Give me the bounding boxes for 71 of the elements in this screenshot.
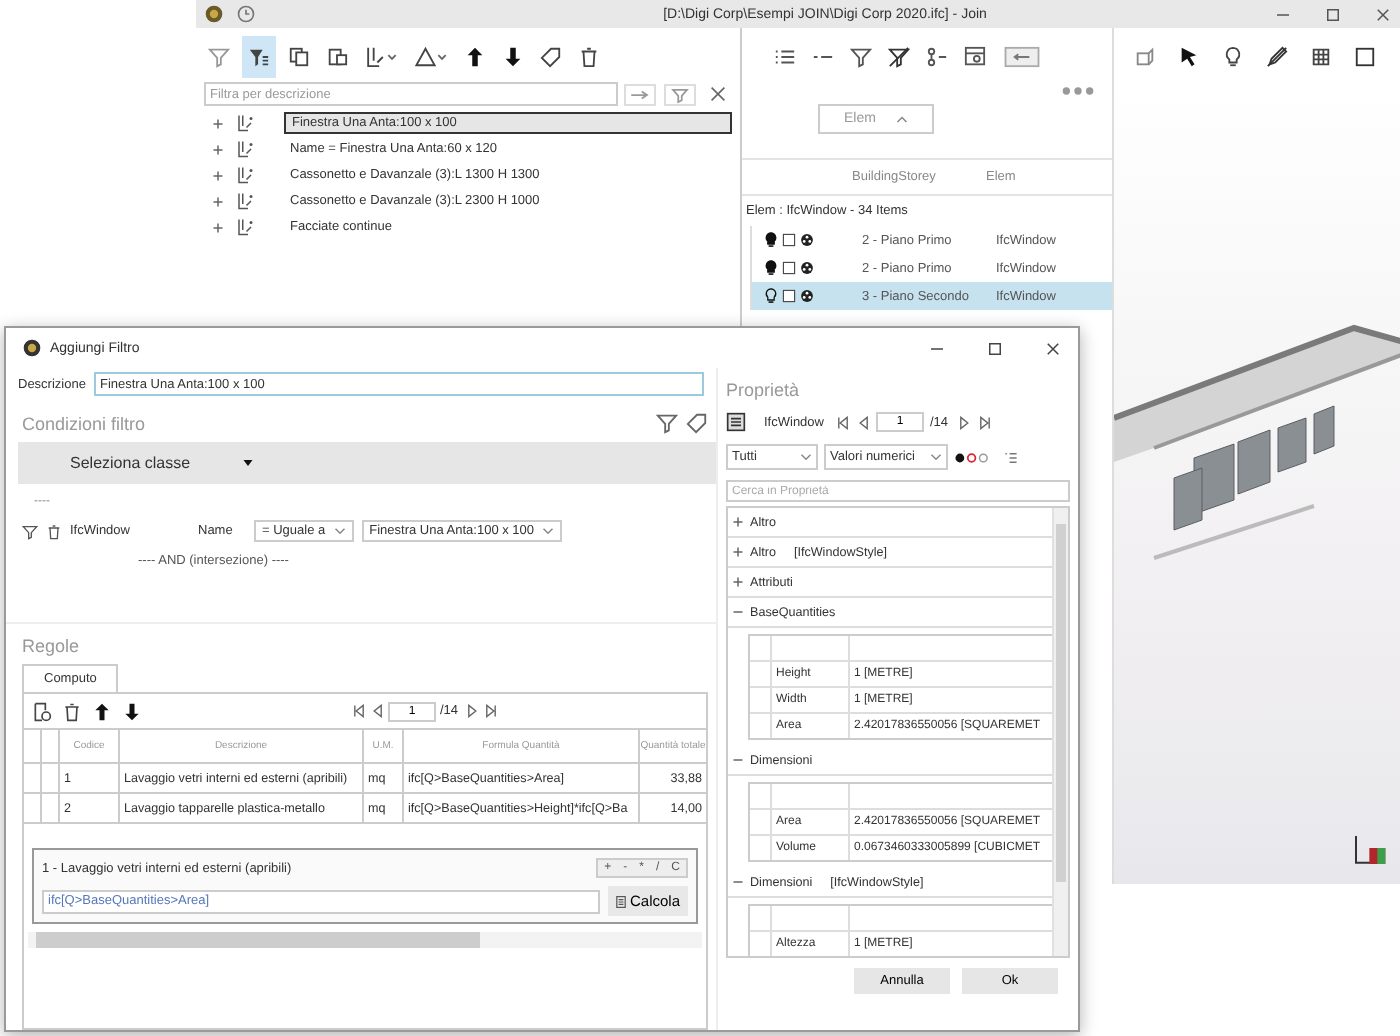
app-logo-icon <box>22 338 42 358</box>
previous-page-icon[interactable] <box>855 415 870 429</box>
expander-icon[interactable] <box>732 876 744 888</box>
caret-down-icon <box>242 458 255 468</box>
funnel-icon[interactable] <box>656 412 678 434</box>
horizontal-scrollbar[interactable] <box>28 932 702 948</box>
checkbox-icon[interactable] <box>782 288 796 304</box>
plus-icon[interactable] <box>212 117 224 129</box>
checkbox-icon[interactable] <box>782 232 796 248</box>
lightbulb-icon[interactable] <box>764 232 778 248</box>
list-icon[interactable] <box>1004 451 1018 463</box>
plus-icon[interactable] <box>212 195 224 207</box>
calculator-icon <box>615 895 626 907</box>
lightbulb-icon[interactable] <box>764 288 778 304</box>
funnel-off-icon[interactable] <box>884 41 914 71</box>
expander-icon[interactable] <box>732 754 744 766</box>
close-icon[interactable] <box>1374 5 1392 23</box>
add-rule-icon[interactable] <box>32 701 52 721</box>
film-reel-icon <box>800 288 814 304</box>
class-select-dropdown[interactable]: Seleziona classe <box>70 454 255 472</box>
arrow-down-icon[interactable] <box>122 701 142 721</box>
panel-heading: Proprietà <box>726 378 802 404</box>
pen-icon[interactable] <box>1262 41 1292 71</box>
expander-icon[interactable] <box>732 576 744 588</box>
next-page-icon[interactable] <box>466 704 481 718</box>
ruler-icon <box>236 114 254 132</box>
list-view-icon[interactable] <box>726 412 746 432</box>
caret-up-icon <box>895 114 908 124</box>
previous-page-icon[interactable] <box>370 704 384 718</box>
caret-down-icon <box>542 526 555 536</box>
film-reel-icon <box>800 260 814 276</box>
section-heading: Regole <box>22 636 82 656</box>
plus-icon[interactable] <box>212 143 224 155</box>
film-reel-icon <box>800 232 814 248</box>
next-page-icon[interactable] <box>958 415 973 429</box>
caret-down-icon <box>800 452 812 462</box>
close-icon[interactable] <box>710 86 726 102</box>
first-page-icon[interactable] <box>352 704 366 718</box>
section-heading: Condizioni filtro <box>22 413 148 433</box>
funnel-list-icon[interactable] <box>242 35 276 77</box>
last-page-icon[interactable] <box>484 704 499 718</box>
close-icon[interactable] <box>1044 339 1062 357</box>
maximize-icon[interactable] <box>986 339 1004 357</box>
tag-icon[interactable] <box>686 412 708 434</box>
plus-icon[interactable] <box>212 169 224 181</box>
trash-icon[interactable] <box>46 523 62 539</box>
arrow-right-icon[interactable] <box>624 83 656 105</box>
ruler-icon <box>236 140 254 158</box>
app-logo-icon <box>204 4 224 24</box>
ruler-icon <box>236 218 254 236</box>
checkbox-icon[interactable] <box>782 260 796 276</box>
trash-icon[interactable] <box>62 701 82 721</box>
expander-icon[interactable] <box>732 546 744 558</box>
caret-down-icon <box>930 452 942 462</box>
plus-icon[interactable] <box>212 221 224 233</box>
lightbulb-icon[interactable] <box>764 260 778 276</box>
first-page-icon[interactable] <box>835 415 850 429</box>
caret-down-icon <box>333 526 346 536</box>
expander-icon[interactable] <box>732 516 744 528</box>
clock-icon[interactable] <box>236 4 256 24</box>
maximize-icon[interactable] <box>1324 5 1342 23</box>
expander-icon[interactable] <box>732 606 744 618</box>
last-page-icon[interactable] <box>978 415 993 429</box>
ruler-icon <box>236 192 254 210</box>
arrow-up-icon[interactable] <box>92 701 112 721</box>
warning-dropdown-icon[interactable] <box>410 41 452 71</box>
funnel-icon[interactable] <box>22 523 38 539</box>
vertical-scrollbar[interactable] <box>1052 508 1068 956</box>
more-icon[interactable] <box>1060 86 1096 96</box>
ruler-icon <box>236 166 254 184</box>
table-search-icon[interactable] <box>960 41 990 71</box>
